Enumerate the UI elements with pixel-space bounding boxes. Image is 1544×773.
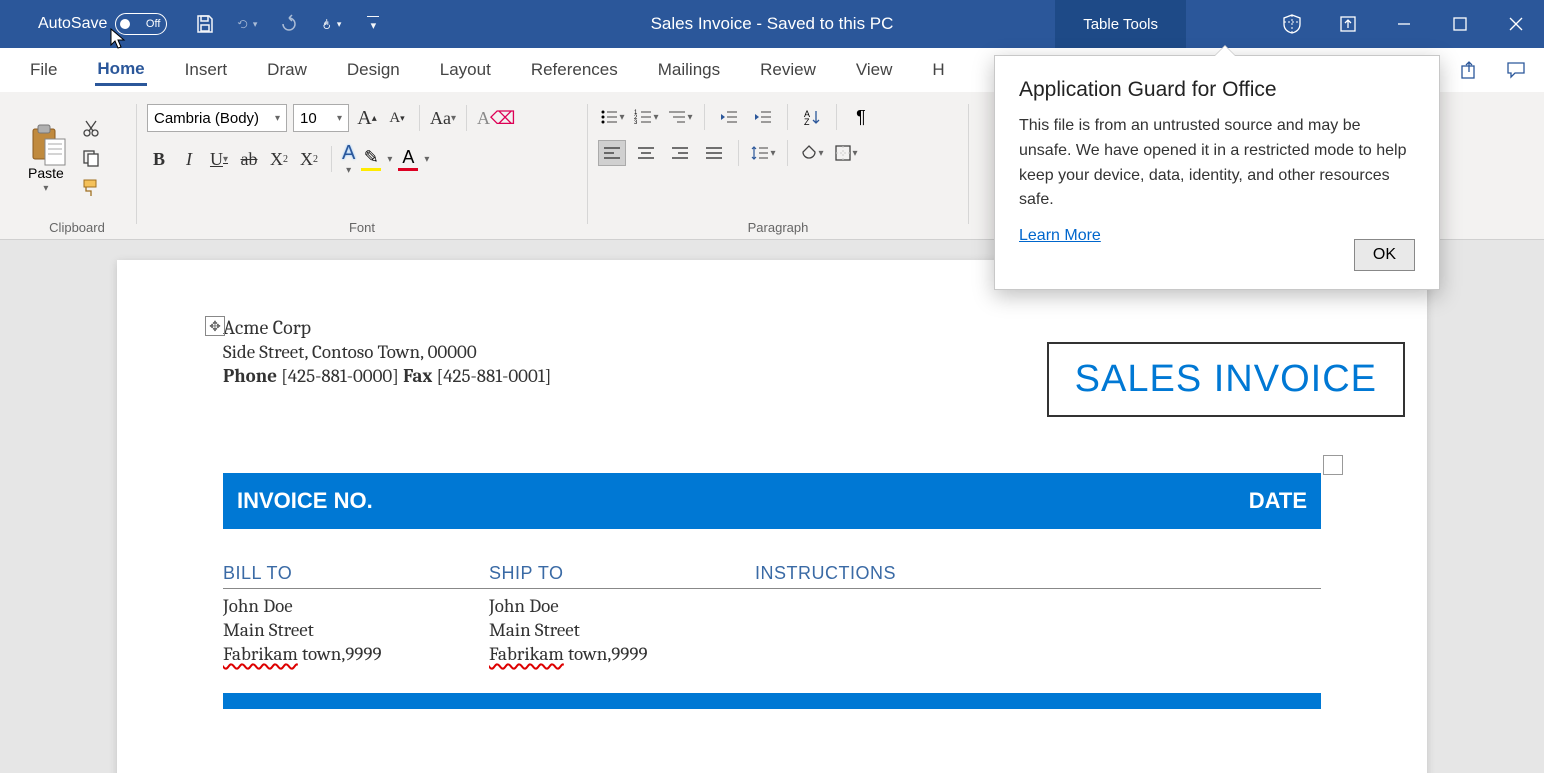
close-button[interactable] xyxy=(1488,0,1544,48)
col-shipto[interactable]: SHIP TO xyxy=(489,563,755,584)
invoice-title[interactable]: SALES INVOICE xyxy=(1047,342,1405,417)
undo-icon[interactable]: ▾ xyxy=(237,14,257,34)
font-size-select[interactable]: 10▾ xyxy=(293,104,349,132)
document-title: Sales Invoice - Saved to this PC xyxy=(651,14,894,34)
redo-icon[interactable] xyxy=(279,14,299,34)
display-options-icon[interactable] xyxy=(1320,0,1376,48)
app-guard-popover: Application Guard for Office This file i… xyxy=(994,55,1440,290)
bold-button[interactable]: B xyxy=(147,145,171,173)
decrease-indent-icon[interactable] xyxy=(715,104,743,130)
show-marks-icon[interactable]: ¶ xyxy=(847,104,875,130)
multilevel-list-icon[interactable]: ▾ xyxy=(666,104,694,130)
tab-help[interactable]: H xyxy=(930,56,946,84)
col-billto[interactable]: BILL TO xyxy=(223,563,489,584)
autosave-label: AutoSave xyxy=(38,15,107,33)
chevron-down-icon: ▾ xyxy=(43,183,48,194)
highlight-color-icon[interactable]: ✎ xyxy=(361,147,381,171)
tab-insert[interactable]: Insert xyxy=(183,56,230,84)
tab-file[interactable]: File xyxy=(28,56,59,84)
increase-indent-icon[interactable] xyxy=(749,104,777,130)
ok-button[interactable]: OK xyxy=(1354,239,1415,271)
justify-icon[interactable] xyxy=(700,140,728,166)
numbering-icon[interactable]: 123▾ xyxy=(632,104,660,130)
invoice-header-banner[interactable]: INVOICE NO. DATE xyxy=(223,473,1321,529)
group-label-clipboard: Clipboard xyxy=(28,220,126,239)
paste-icon xyxy=(29,123,63,163)
line-spacing-icon[interactable]: ▾ xyxy=(749,140,777,166)
table-header-bar[interactable] xyxy=(223,693,1321,709)
billto-block[interactable]: John Doe Main Street Fabrikam town,9999 xyxy=(223,595,489,665)
table-resize-handle-icon[interactable] xyxy=(1323,455,1343,475)
autosave-control[interactable]: AutoSave Off xyxy=(38,13,167,35)
tab-mailings[interactable]: Mailings xyxy=(656,56,722,84)
format-painter-icon[interactable] xyxy=(80,177,102,199)
copy-icon[interactable] xyxy=(80,147,102,169)
change-case-icon[interactable]: Aa ▾ xyxy=(430,104,456,132)
maximize-button[interactable] xyxy=(1432,0,1488,48)
group-paragraph: ▾ 123▾ ▾ AZ ¶ ▾ ▾ ▾ xyxy=(588,96,968,239)
group-label-paragraph: Paragraph xyxy=(598,220,958,239)
document-page[interactable]: ✥ Acme Corp Side Street, Contoso Town, 0… xyxy=(117,260,1427,773)
popover-body: This file is from an untrusted source an… xyxy=(1019,114,1415,213)
bullets-icon[interactable]: ▾ xyxy=(598,104,626,130)
svg-text:3: 3 xyxy=(634,120,638,126)
shading-icon[interactable]: ▾ xyxy=(798,140,826,166)
font-name-select[interactable]: Cambria (Body)▾ xyxy=(147,104,287,132)
touch-mode-icon[interactable]: ▾ xyxy=(321,14,341,34)
company-name[interactable]: Acme Corp xyxy=(223,316,1321,339)
borders-icon[interactable]: ▾ xyxy=(832,140,860,166)
grow-font-icon[interactable]: A▴ xyxy=(355,104,379,132)
window-controls xyxy=(1264,0,1544,48)
paste-button[interactable]: Paste ▾ xyxy=(28,123,64,194)
paste-label: Paste xyxy=(28,165,64,181)
column-headers: BILL TO SHIP TO INSTRUCTIONS xyxy=(223,563,1321,589)
comments-icon[interactable] xyxy=(1504,58,1528,82)
quick-access-toolbar: ▾ ▾ ▾ xyxy=(195,14,383,34)
shipto-block[interactable]: John Doe Main Street Fabrikam town,9999 xyxy=(489,595,755,665)
save-icon[interactable] xyxy=(195,14,215,34)
align-left-icon[interactable] xyxy=(598,140,626,166)
group-font: Cambria (Body)▾ 10▾ A▴ A▾ Aa ▾ A⌫ B I U … xyxy=(137,96,587,239)
strikethrough-button[interactable]: ab xyxy=(237,145,261,173)
font-color-icon[interactable]: A xyxy=(398,147,418,171)
document-area[interactable]: ✥ Acme Corp Side Street, Contoso Town, 0… xyxy=(0,240,1544,773)
banner-date: DATE xyxy=(1249,488,1307,514)
sort-icon[interactable]: AZ xyxy=(798,104,826,130)
tab-references[interactable]: References xyxy=(529,56,620,84)
align-center-icon[interactable] xyxy=(632,140,660,166)
col-instructions[interactable]: INSTRUCTIONS xyxy=(755,563,1321,584)
cut-icon[interactable] xyxy=(80,117,102,139)
subscript-button[interactable]: X2 xyxy=(267,145,291,173)
app-guard-shield-icon[interactable] xyxy=(1264,0,1320,48)
title-bar: AutoSave Off ▾ ▾ ▾ Sales Invoice - Saved… xyxy=(0,0,1544,48)
italic-button[interactable]: I xyxy=(177,145,201,173)
minimize-button[interactable] xyxy=(1376,0,1432,48)
popover-title: Application Guard for Office xyxy=(1019,78,1415,102)
tab-layout[interactable]: Layout xyxy=(438,56,493,84)
tab-view[interactable]: View xyxy=(854,56,895,84)
superscript-button[interactable]: X2 xyxy=(297,145,321,173)
table-tools-tab[interactable]: Table Tools xyxy=(1055,0,1186,48)
table-move-handle-icon[interactable]: ✥ xyxy=(205,316,225,336)
learn-more-link[interactable]: Learn More xyxy=(1019,227,1101,245)
clear-formatting-icon[interactable]: A⌫ xyxy=(477,104,515,132)
popover-caret-icon xyxy=(1215,46,1235,56)
share-icon[interactable] xyxy=(1458,58,1482,82)
tab-home[interactable]: Home xyxy=(95,55,146,86)
text-effects-icon[interactable]: A▾ xyxy=(342,142,355,176)
tab-draw[interactable]: Draw xyxy=(265,56,309,84)
group-clipboard: Paste ▾ Clipboard xyxy=(18,96,136,239)
customize-qat-icon[interactable]: ▾ xyxy=(363,14,383,34)
mouse-cursor-icon xyxy=(110,28,128,50)
underline-button[interactable]: U ▾ xyxy=(207,145,231,173)
group-label-font: Font xyxy=(147,220,577,239)
tab-design[interactable]: Design xyxy=(345,56,402,84)
svg-text:Z: Z xyxy=(804,117,810,126)
column-values[interactable]: John Doe Main Street Fabrikam town,9999 … xyxy=(223,595,1321,665)
align-right-icon[interactable] xyxy=(666,140,694,166)
banner-invoice-no: INVOICE NO. xyxy=(237,488,373,514)
tab-review[interactable]: Review xyxy=(758,56,818,84)
shrink-font-icon[interactable]: A▾ xyxy=(385,104,409,132)
